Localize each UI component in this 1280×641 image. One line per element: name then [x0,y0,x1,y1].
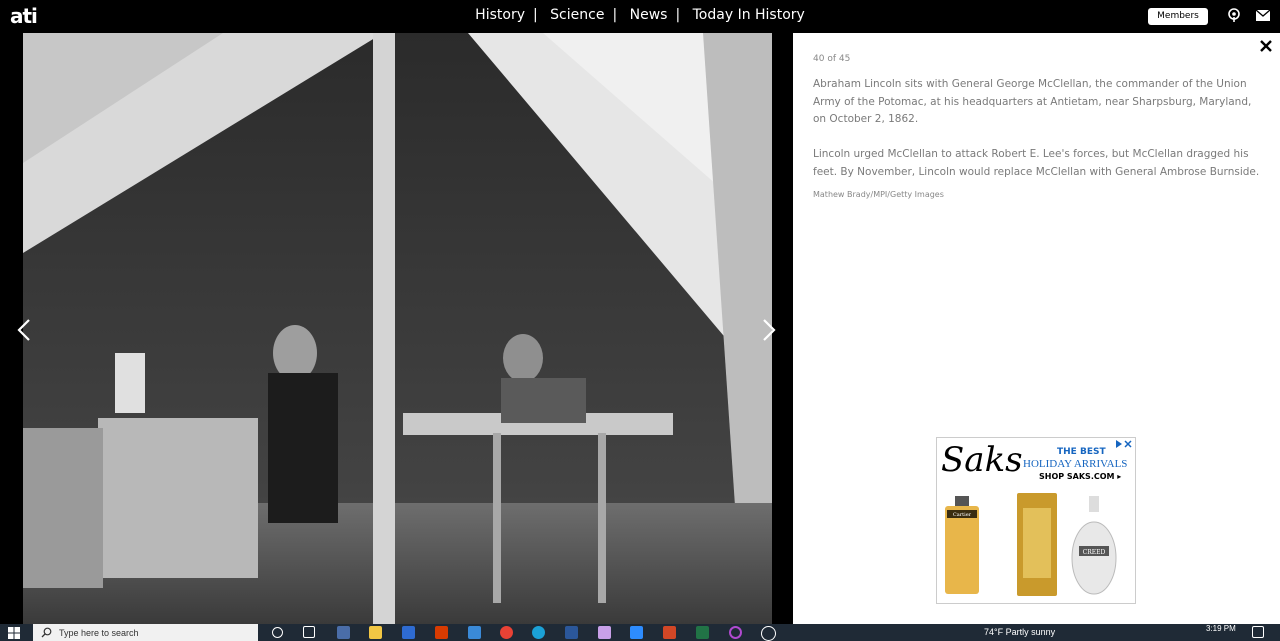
ad-cta: SHOP SAKS.COM ▸ [1039,472,1122,481]
nav-separator: | [675,7,681,23]
podcast-icon[interactable] [1227,8,1241,22]
store-icon[interactable] [468,626,481,639]
caption-paragraph: Lincoln urged McClellan to attack Robert… [813,148,1260,178]
search-placeholder: Type here to search [59,628,139,638]
mail-icon[interactable] [1256,10,1270,21]
close-icon[interactable] [1260,40,1272,52]
nav-link-news[interactable]: News [624,7,674,23]
lincoln-mcclellan-tent-photo [23,33,772,624]
weather-widget[interactable]: 74°F Partly sunny [984,627,1055,637]
ad-headline: THE BEST [1057,447,1106,457]
nav-link-today-in-history[interactable]: Today In History [687,7,811,23]
slide-caption: Abraham Lincoln sits with General George… [813,76,1261,199]
calculator-icon[interactable] [337,626,350,639]
zoom-icon[interactable] [630,626,643,639]
file-explorer-icon[interactable] [369,626,382,639]
previous-arrow-icon[interactable] [17,318,31,342]
system-clock[interactable]: 3:19 PM [1206,624,1236,633]
office-icon[interactable] [435,626,448,639]
paint-icon[interactable] [598,626,611,639]
gallery-photo [23,33,772,624]
word-icon[interactable] [565,626,578,639]
top-navigation-bar: ati History | Science | News | Today In His… [0,0,1280,33]
app-icon[interactable] [402,626,415,639]
app-ring-icon[interactable] [729,626,742,639]
app-star-icon[interactable] [761,626,776,641]
ad-product-label: CREED [1083,549,1106,556]
ad-subheadline: HOLIDAY ARRIVALS [1023,458,1128,470]
edge-icon[interactable] [532,626,545,639]
photo-credit: Mathew Brady/MPI/Getty Images [813,190,944,199]
next-arrow-icon[interactable] [762,318,776,342]
advertisement[interactable]: Saks THE BEST HOLIDAY ARRIVALS SHOP SAKS… [936,437,1136,604]
cortana-icon[interactable] [272,627,283,638]
taskbar-search-input[interactable]: Type here to search [33,624,258,641]
search-icon [41,627,52,638]
ad-product-images: Cartier CREED [945,493,1117,596]
excel-icon[interactable] [696,626,709,639]
notifications-icon[interactable] [1252,626,1264,638]
nav-separator: | [532,7,538,23]
ad-choices-icon[interactable] [1115,439,1133,449]
nav-link-science[interactable]: Science [544,7,610,23]
chrome-icon[interactable] [500,626,513,639]
members-button[interactable]: Members [1148,8,1208,25]
ad-product-label: Cartier [953,512,972,518]
gallery-image-area [0,33,793,624]
main-nav: History | Science | News | Today In History [0,7,1280,23]
task-view-icon[interactable] [303,626,315,638]
ad-brand-logo: Saks [941,440,1023,480]
powerpoint-icon[interactable] [663,626,676,639]
windows-start-icon[interactable] [8,627,20,639]
nav-separator: | [612,7,618,23]
nav-link-history[interactable]: History [469,7,531,23]
slide-counter: 40 of 45 [813,54,851,64]
windows-taskbar: Type here to search 74°F Partly sunny 3:… [0,624,1280,641]
caption-paragraph: Abraham Lincoln sits with General George… [813,78,1252,125]
